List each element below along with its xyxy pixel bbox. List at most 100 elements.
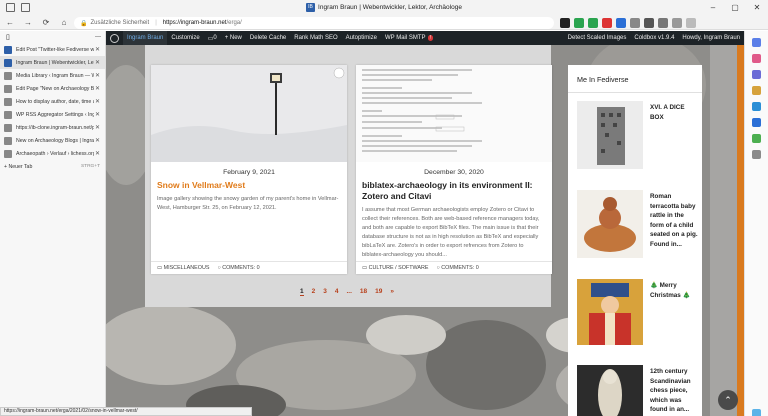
home-icon[interactable]: ⌂ <box>58 17 70 29</box>
collections-icon[interactable] <box>658 18 668 28</box>
favorites-icon[interactable] <box>644 18 654 28</box>
fediverse-post[interactable]: 12th century Scandinavian chess piece, w… <box>577 365 697 416</box>
wp-logo-button[interactable] <box>106 31 123 45</box>
tab-item[interactable]: WP RSS Aggregator Settings ‹ Ingram✕ <box>0 108 105 121</box>
close-tab-icon[interactable]: ✕ <box>95 150 100 157</box>
page-link[interactable]: 1 <box>300 288 304 296</box>
close-tab-icon[interactable]: ✕ <box>95 137 100 144</box>
post-image[interactable] <box>577 101 643 169</box>
reload-icon[interactable]: ⟳ <box>40 17 52 29</box>
fediverse-post[interactable]: Roman terracotta baby rattle in the form… <box>577 190 698 260</box>
add-icon[interactable] <box>752 150 761 159</box>
wp-mail-smtp-link[interactable]: WP Mail SMTP! <box>381 31 437 45</box>
office-icon[interactable] <box>752 102 761 111</box>
post-title[interactable]: biblatex-archaeology in its environment … <box>362 180 546 202</box>
extension-icon[interactable] <box>574 18 584 28</box>
tab-item[interactable]: Archaeopath › Verlauf › lichess.org ✕ <box>0 147 105 160</box>
post-meta: ▭ MISCELLANEOUS ○ COMMENTS: 0 <box>151 261 347 274</box>
post-comments[interactable]: COMMENTS: 0 <box>222 265 259 271</box>
tab-item[interactable]: Ingram Braun | Webentwickler, Lektor, Ar… <box>0 56 105 69</box>
post-image[interactable] <box>577 190 643 258</box>
extension-icon[interactable] <box>752 134 761 143</box>
address-bar[interactable]: 🔒 Zusätzliche Sicherheit | https://ingra… <box>74 17 554 29</box>
site-name-link[interactable]: Ingram Braun <box>123 31 168 45</box>
lock-icon: 🔒 <box>80 20 88 27</box>
new-tab-button[interactable]: + Neuer Tab STRG+T <box>0 160 105 173</box>
tab-panel-icon[interactable]: ▯ <box>6 33 10 41</box>
minimize-button[interactable]: – <box>702 0 724 16</box>
tab-item[interactable]: Edit Post "Twitter-like Fediverse widget… <box>0 43 105 56</box>
close-tab-icon[interactable]: ✕ <box>95 124 100 131</box>
post-image[interactable] <box>577 279 643 345</box>
profile-icon[interactable] <box>672 18 682 28</box>
close-tab-icon[interactable]: ✕ <box>95 98 100 105</box>
comments-link[interactable]: ▭ 0 <box>204 31 221 45</box>
sidebar-settings-icon[interactable] <box>752 409 761 416</box>
post-thumbnail[interactable] <box>356 65 552 162</box>
download-icon[interactable] <box>588 18 598 28</box>
shopping-icon[interactable] <box>752 54 761 63</box>
tab-item[interactable]: https://ib-clone.ingram-braun.net/p ✕ <box>0 121 105 134</box>
post-image[interactable] <box>577 365 643 416</box>
new-content-link[interactable]: + New <box>221 31 246 45</box>
customize-link[interactable]: Customize <box>167 31 203 45</box>
folder-icon: ▭ <box>362 265 369 271</box>
close-tab-icon[interactable]: ✕ <box>95 85 100 92</box>
wp-admin-bar: Ingram Braun Customize ▭ 0 + New Delete … <box>106 31 744 45</box>
post-comments[interactable]: COMMENTS: 0 <box>441 265 478 271</box>
close-window-button[interactable]: ✕ <box>746 0 768 16</box>
post-card[interactable]: December 30, 2020 biblatex-archaeology i… <box>356 65 552 274</box>
site-favicon: IB <box>306 3 316 12</box>
post-category[interactable]: MISCELLANEOUS <box>164 265 210 271</box>
close-tab-icon[interactable]: ✕ <box>95 72 100 79</box>
tab-favicon <box>4 110 12 119</box>
scroll-to-top-icon[interactable]: ⌃ <box>718 390 738 410</box>
back-arrow-icon[interactable]: ← <box>4 17 16 29</box>
page-link[interactable]: 2 <box>312 288 316 296</box>
tab-item[interactable]: Edit Page "New on Archaeology Blogs"✕ <box>0 82 105 95</box>
post-title[interactable]: Snow in Vellmar-West <box>157 180 341 191</box>
extension-icon[interactable] <box>560 18 570 28</box>
close-tab-icon[interactable]: ✕ <box>95 46 100 53</box>
page-link[interactable]: 18 <box>360 288 367 296</box>
post-thumbnail[interactable] <box>151 65 347 162</box>
collapse-icon[interactable]: — <box>95 34 101 40</box>
rank-math-link[interactable]: Rank Math SEO <box>290 31 341 45</box>
tools-icon[interactable] <box>752 70 761 79</box>
fediverse-post-text: 12th century Scandinavian chess piece, w… <box>650 368 691 413</box>
coldbox-link[interactable]: Coldbox v1.9.4 <box>630 31 678 45</box>
page-link[interactable]: 3 <box>323 288 327 296</box>
games-icon[interactable] <box>752 86 761 95</box>
tab-item[interactable]: New on Archaeology Blogs | Ingram ✕ <box>0 134 105 147</box>
search-icon[interactable] <box>752 38 761 47</box>
detect-scaled-images-link[interactable]: Detect Scaled Images <box>564 31 631 45</box>
tab-label: How to display author, date, time and <box>16 98 94 105</box>
outlook-icon[interactable] <box>752 118 761 127</box>
menu-icon[interactable] <box>686 18 696 28</box>
page-link[interactable]: 19 <box>375 288 382 296</box>
tab-favicon <box>4 136 12 145</box>
forward-arrow-icon[interactable]: → <box>22 17 34 29</box>
maximize-button[interactable]: ▢ <box>724 0 746 16</box>
tab-item[interactable]: Media Library ‹ Ingram Braun — WordPress… <box>0 69 105 82</box>
post-card[interactable]: February 9, 2021 Snow in Vellmar-West Im… <box>151 65 347 274</box>
fediverse-post[interactable]: XVI. A DICE BOX <box>577 101 697 171</box>
extension-icon[interactable] <box>616 18 626 28</box>
close-tab-icon[interactable]: ✕ <box>95 59 100 66</box>
tab-item[interactable]: How to display author, date, time and ✕ <box>0 95 105 108</box>
page-link[interactable]: » <box>390 288 394 296</box>
extension-icon[interactable] <box>630 18 640 28</box>
extension-icon[interactable] <box>602 18 612 28</box>
tab-label: Ingram Braun | Webentwickler, Lektor, Ar… <box>16 59 94 66</box>
delete-cache-link[interactable]: Delete Cache <box>246 31 290 45</box>
page-link[interactable]: 4 <box>335 288 339 296</box>
howdy-user-menu[interactable]: Howdy, Ingram Braun <box>678 31 744 45</box>
accent-strip <box>737 45 744 416</box>
browser-sidebar <box>744 31 768 416</box>
close-tab-icon[interactable]: ✕ <box>95 111 100 118</box>
address-toolbar: ← → ⟳ ⌂ 🔒 Zusätzliche Sicherheit | https… <box>0 16 768 30</box>
fediverse-post[interactable]: 🎄 Merry Christmas 🎄 <box>577 279 697 349</box>
post-category[interactable]: CULTURE / SOFTWARE <box>369 265 429 271</box>
autoptimize-link[interactable]: Autoptimize <box>342 31 381 45</box>
tab-label: Edit Post "Twitter-like Fediverse widget… <box>16 46 94 53</box>
